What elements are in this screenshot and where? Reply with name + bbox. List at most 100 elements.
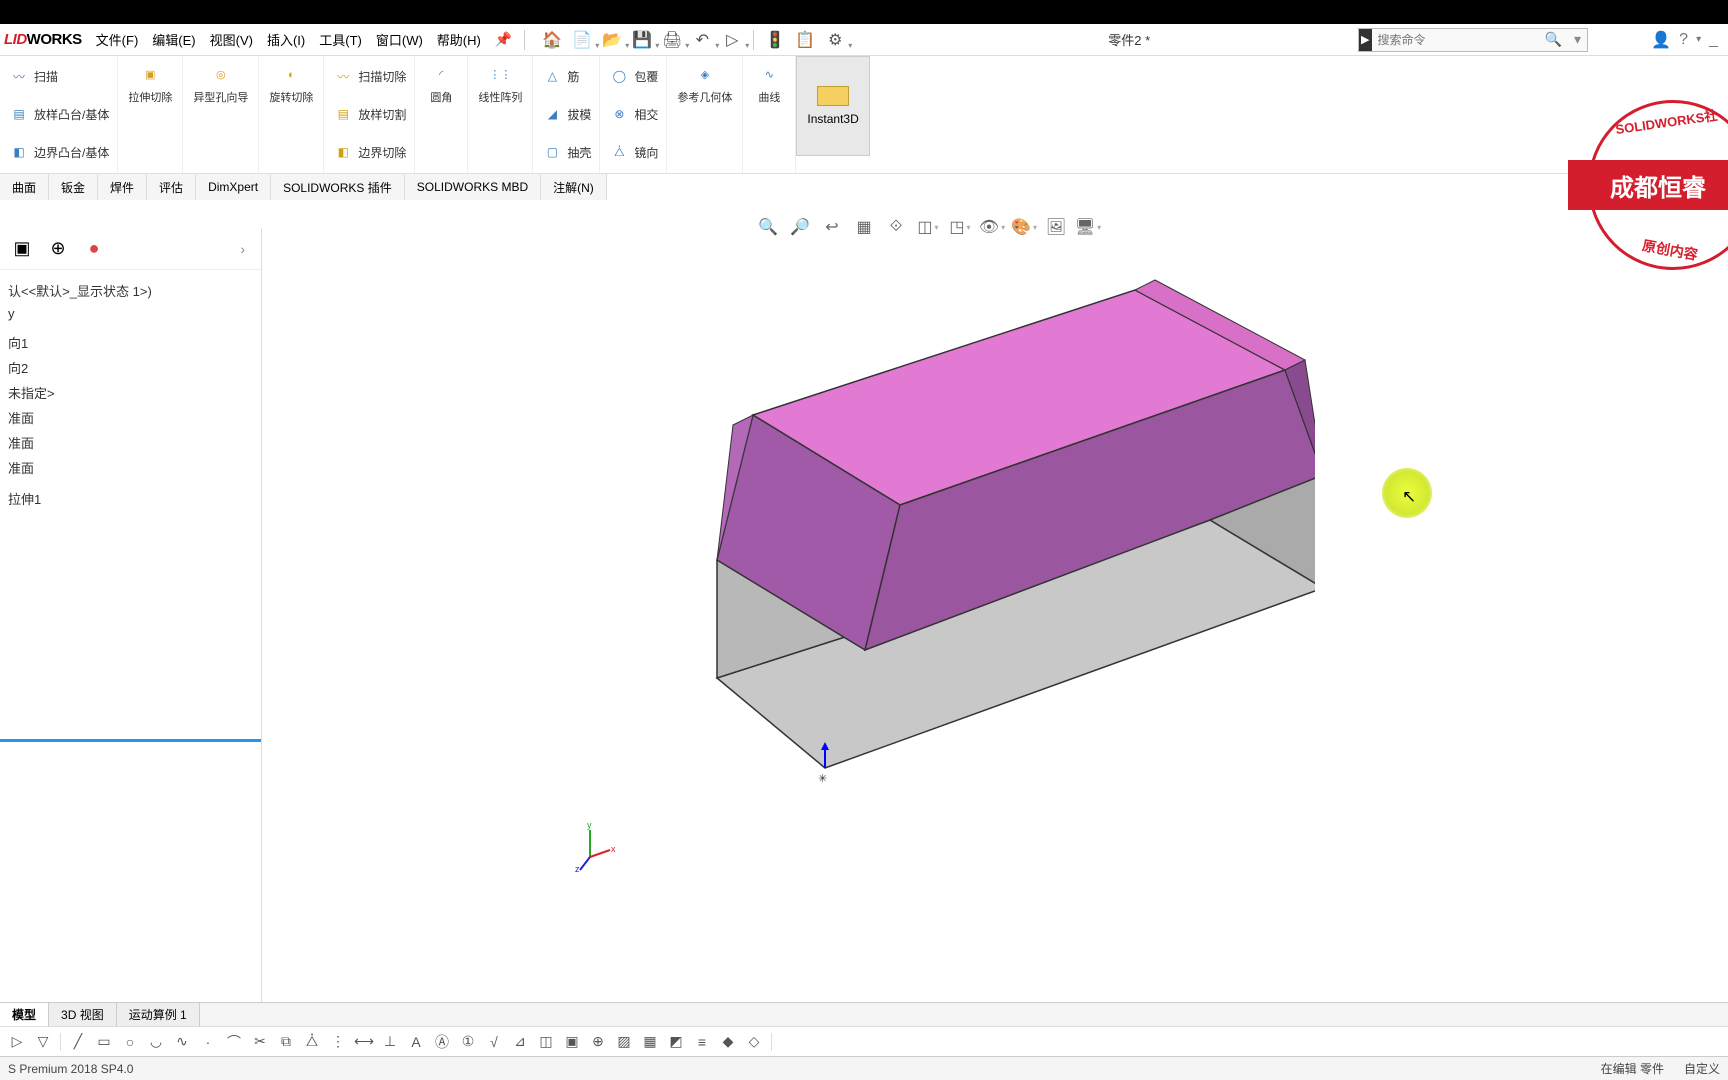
menu-insert[interactable]: 插入(I) — [261, 26, 311, 53]
text-icon[interactable]: A — [405, 1031, 427, 1053]
tab-3dview[interactable]: 3D 视图 — [49, 1003, 117, 1026]
curves-button[interactable]: ∿曲线 — [749, 58, 789, 107]
tab-dimxpert[interactable]: DimXpert — [196, 174, 271, 200]
user-icon[interactable]: 👤 — [1651, 30, 1671, 50]
point-icon[interactable]: · — [197, 1031, 219, 1053]
help-drop-icon[interactable]: ▾ — [1696, 34, 1701, 45]
edit-appearance-icon[interactable]: 🎨 — [1011, 214, 1037, 240]
search-icon[interactable]: 🔍 — [1539, 31, 1568, 48]
search-toggle-icon[interactable]: ▶ — [1359, 29, 1372, 51]
misc1-icon[interactable]: ◆ — [717, 1031, 739, 1053]
menu-edit[interactable]: 编辑(E) — [146, 26, 201, 53]
centermark-icon[interactable]: ⊕ — [587, 1031, 609, 1053]
tab-weldment[interactable]: 焊件 — [98, 174, 147, 200]
zoom-area-icon[interactable]: 🔎 — [787, 214, 813, 240]
config-tab-icon[interactable]: ⊕ — [44, 235, 72, 263]
status-custom[interactable]: 自定义 — [1684, 1060, 1720, 1077]
section-view-icon[interactable]: ▦ — [851, 214, 877, 240]
sweep-button[interactable]: 〰扫描 — [6, 63, 60, 89]
pin-icon[interactable]: 📌 — [487, 31, 520, 48]
tree-item[interactable]: 向1 — [4, 330, 257, 355]
view-orientation-icon[interactable]: ◫ — [915, 214, 941, 240]
block-icon[interactable]: ◩ — [665, 1031, 687, 1053]
loft-button[interactable]: ▤放样凸台/基体 — [6, 101, 111, 127]
extcut-button[interactable]: ▣拉伸切除 — [124, 58, 176, 107]
new-icon[interactable]: 📄 — [569, 28, 595, 52]
shell-button[interactable]: ▢抽壳 — [539, 139, 593, 165]
select-tool-icon[interactable]: ▷ — [6, 1031, 28, 1053]
home-icon[interactable]: 🏠 — [539, 28, 565, 52]
open-icon[interactable]: 📂 — [599, 28, 625, 52]
tree-item[interactable]: 拉伸1 — [4, 486, 257, 511]
boundarycut-button[interactable]: ◧边界切除 — [330, 139, 408, 165]
settings-icon[interactable]: ⚙ — [822, 28, 848, 52]
datum-icon[interactable]: ▣ — [561, 1031, 583, 1053]
filter-icon[interactable]: ▽ — [32, 1031, 54, 1053]
viewport[interactable]: 🔍 🔎 ↩ ▦ ⟐ ◫ ◳ 👁 🎨 🖼 🖥 — [265, 200, 1728, 1002]
mirror-sk-icon[interactable]: ⧊ — [301, 1031, 323, 1053]
hatch-icon[interactable]: ▨ — [613, 1031, 635, 1053]
tree-item[interactable]: y — [4, 303, 257, 324]
apply-scene-icon[interactable]: 🖼 — [1043, 214, 1069, 240]
view-settings-icon[interactable]: 🖥 — [1075, 214, 1101, 240]
hide-show-icon[interactable]: 👁 — [979, 214, 1005, 240]
arc-icon[interactable]: ◡ — [145, 1031, 167, 1053]
display-style-icon[interactable]: ◳ — [947, 214, 973, 240]
search-box[interactable]: ▶ 🔍 ▾ — [1358, 28, 1588, 52]
rib-button[interactable]: △筋 — [539, 63, 581, 89]
linpattern-button[interactable]: ⋮⋮线性阵列 — [474, 58, 526, 107]
panel-expand-icon[interactable]: › — [232, 241, 253, 257]
dim-icon[interactable]: ⟷ — [353, 1031, 375, 1053]
3d-model[interactable]: ✳ — [515, 270, 1315, 810]
tree-item[interactable]: 准面 — [4, 455, 257, 480]
minimize-icon[interactable]: _ — [1709, 31, 1718, 49]
intersect-button[interactable]: ⊗相交 — [606, 101, 660, 127]
circle-icon[interactable]: ○ — [119, 1031, 141, 1053]
feature-tree[interactable]: 认<<默认>_显示状态 1>) y 向1 向2 未指定> 准面 准面 准面 拉伸… — [0, 270, 261, 519]
search-drop-icon[interactable]: ▾ — [1568, 31, 1587, 48]
fillet-sk-icon[interactable]: ⌒ — [223, 1031, 245, 1053]
wrap-button[interactable]: ◯包覆 — [606, 63, 660, 89]
search-input[interactable] — [1372, 33, 1539, 47]
boundary-button[interactable]: ◧边界凸台/基体 — [6, 139, 111, 165]
spline-icon[interactable]: ∿ — [171, 1031, 193, 1053]
tree-item[interactable]: 准面 — [4, 430, 257, 455]
sweepcut-button[interactable]: 〰扫描切除 — [330, 63, 408, 89]
options-icon[interactable]: 📋 — [792, 28, 818, 52]
zoom-fit-icon[interactable]: 🔍 — [755, 214, 781, 240]
weld-icon[interactable]: ⊿ — [509, 1031, 531, 1053]
tab-surface[interactable]: 曲面 — [0, 174, 49, 200]
tab-mbd[interactable]: SOLIDWORKS MBD — [405, 174, 541, 200]
menu-view[interactable]: 视图(V) — [204, 26, 259, 53]
prev-view-icon[interactable]: ↩ — [819, 214, 845, 240]
tree-root[interactable]: 认<<默认>_显示状态 1>) — [4, 278, 257, 303]
print-icon[interactable]: 🖨 — [659, 28, 685, 52]
holewiz-button[interactable]: ◎异型孔向导 — [189, 58, 252, 107]
surface-finish-icon[interactable]: √ — [483, 1031, 505, 1053]
tab-motion[interactable]: 运动算例 1 — [117, 1003, 200, 1026]
rect-icon[interactable]: ▭ — [93, 1031, 115, 1053]
save-icon[interactable]: 💾 — [629, 28, 655, 52]
tree-item[interactable]: 准面 — [4, 405, 257, 430]
mirror-button[interactable]: ⧊镜向 — [606, 139, 660, 165]
tab-annotations[interactable]: 注解(N) — [541, 174, 607, 200]
note-icon[interactable]: Ⓐ — [431, 1031, 453, 1053]
tab-model[interactable]: 模型 — [0, 1003, 49, 1026]
menu-file[interactable]: 文件(F) — [90, 26, 145, 53]
tab-sheetmetal[interactable]: 钣金 — [49, 174, 98, 200]
loftcut-button[interactable]: ▤放样切割 — [330, 101, 408, 127]
instant3d-button[interactable]: Instant3D — [796, 56, 869, 156]
menu-help[interactable]: 帮助(H) — [431, 26, 487, 53]
help-icon[interactable]: ? — [1679, 31, 1688, 49]
menu-window[interactable]: 窗口(W) — [370, 26, 429, 53]
tab-evaluate[interactable]: 评估 — [147, 174, 196, 200]
menu-tools[interactable]: 工具(T) — [313, 26, 368, 53]
pattern-sk-icon[interactable]: ⋮ — [327, 1031, 349, 1053]
refgeo-button[interactable]: ◈参考几何体 — [673, 58, 736, 107]
tree-item[interactable]: 向2 — [4, 355, 257, 380]
fillet-button[interactable]: ◜圆角 — [421, 58, 461, 107]
tree-tab-icon[interactable]: ▣ — [8, 235, 36, 263]
trim-icon[interactable]: ✂ — [249, 1031, 271, 1053]
offset-icon[interactable]: ⧉ — [275, 1031, 297, 1053]
view-triad[interactable]: y x z — [565, 822, 615, 872]
